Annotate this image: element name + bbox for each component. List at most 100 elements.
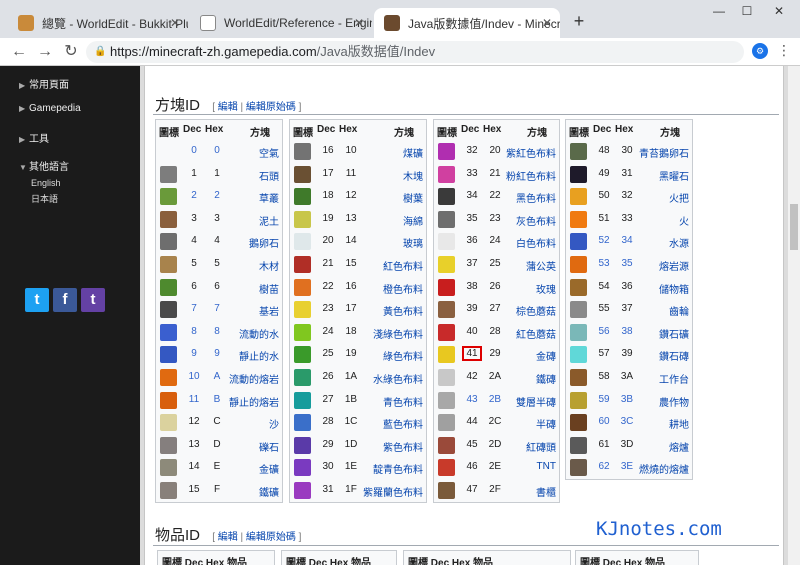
forward-button[interactable]: → bbox=[34, 41, 56, 63]
block-name-link[interactable]: 粉紅色布料 bbox=[506, 168, 556, 183]
block-name-link[interactable]: 黑曜石 bbox=[659, 168, 689, 183]
block-name-link[interactable]: 靜止的熔岩 bbox=[229, 394, 279, 409]
hex-value: 4 bbox=[214, 235, 220, 247]
block-name-link[interactable]: 紅色布料 bbox=[383, 258, 423, 273]
block-name-link[interactable]: 紫紅色布料 bbox=[506, 145, 556, 160]
edit-source-link[interactable]: 編輯原始碼 bbox=[246, 102, 296, 113]
new-tab-button[interactable]: + bbox=[569, 12, 589, 32]
block-name-link[interactable]: 木塊 bbox=[403, 168, 423, 183]
hex-value: 2D bbox=[488, 438, 502, 450]
block-name-link[interactable]: 藍色布料 bbox=[383, 416, 423, 431]
close-tab-icon[interactable]: ✕ bbox=[170, 16, 180, 30]
block-name-link[interactable]: 青色布料 bbox=[383, 394, 423, 409]
block-name-link[interactable]: 耕地 bbox=[669, 416, 689, 431]
edit-source-link[interactable]: 編輯原始碼 bbox=[246, 532, 296, 543]
block-name-link[interactable]: 白色布料 bbox=[516, 235, 556, 250]
block-name-link[interactable]: 灰色布料 bbox=[516, 213, 556, 228]
block-name-link[interactable]: 儲物箱 bbox=[659, 281, 689, 296]
block-name-link[interactable]: TNT bbox=[537, 461, 556, 472]
block-name-link[interactable]: 紅磚頭 bbox=[526, 439, 556, 454]
block-name-link[interactable]: 齒輪 bbox=[669, 303, 689, 318]
block-name-link[interactable]: 火 bbox=[679, 213, 689, 228]
browser-menu-icon[interactable]: ⋮ bbox=[777, 42, 791, 59]
block-name-link[interactable]: 紫色布料 bbox=[383, 439, 423, 454]
block-name-link[interactable]: 樹苗 bbox=[259, 281, 279, 296]
block-name-link[interactable]: 半磚 bbox=[536, 416, 556, 431]
tab-minecraft-indev[interactable]: Java版數據值/Indev - Minecraft ✕ bbox=[374, 8, 560, 38]
block-name-link[interactable]: 礫石 bbox=[259, 439, 279, 454]
block-name-link[interactable]: 基岩 bbox=[259, 303, 279, 318]
block-name-link[interactable]: 玻璃 bbox=[403, 235, 423, 250]
tab-worldedit-bukkit[interactable]: 總覽 - WorldEdit - Bukkit Plugin ✕ bbox=[8, 8, 188, 38]
block-name-link[interactable]: 書櫃 bbox=[536, 484, 556, 499]
block-name-link[interactable]: 靜止的水 bbox=[239, 348, 279, 363]
block-name-link[interactable]: 火把 bbox=[669, 190, 689, 205]
back-button[interactable]: ← bbox=[8, 41, 30, 63]
block-name-link[interactable]: 水綠色布料 bbox=[373, 371, 423, 386]
block-name-link[interactable]: 黃色布料 bbox=[383, 303, 423, 318]
block-name-link[interactable]: 黑色布料 bbox=[516, 190, 556, 205]
address-bar[interactable]: 🔒 https://minecraft-zh.gamepedia.com/Jav… bbox=[86, 41, 744, 63]
block-name-link[interactable]: 鐵礦 bbox=[259, 484, 279, 499]
block-name-link[interactable]: 草叢 bbox=[259, 190, 279, 205]
block-name-link[interactable]: 玫瑰 bbox=[536, 281, 556, 296]
block-name-link[interactable]: 鑽石礦 bbox=[659, 326, 689, 341]
block-name-link[interactable]: 金礦 bbox=[259, 461, 279, 476]
scrollbar-thumb[interactable] bbox=[790, 204, 798, 250]
block-name-link[interactable]: 金磚 bbox=[536, 348, 556, 363]
sidebar-item-gamepedia[interactable]: ▶ Gamepedia bbox=[19, 103, 81, 114]
item-table-header: 圖標 Dec Hex 物品 bbox=[281, 550, 397, 565]
block-name-link[interactable]: 鵝卵石 bbox=[249, 235, 279, 250]
block-name-link[interactable]: 紅色蘑菇 bbox=[516, 326, 556, 341]
sidebar-item-tools[interactable]: ▶ 工具 bbox=[19, 130, 49, 145]
block-name-link[interactable]: 紫羅蘭色布料 bbox=[363, 484, 423, 499]
block-name-link[interactable]: 棕色蘑菇 bbox=[516, 303, 556, 318]
block-name-link[interactable]: 橙色布料 bbox=[383, 281, 423, 296]
block-name-link[interactable]: 海綿 bbox=[403, 213, 423, 228]
block-name-link[interactable]: 流動的水 bbox=[239, 326, 279, 341]
reload-button[interactable]: ↻ bbox=[60, 41, 82, 63]
close-tab-icon[interactable]: ✕ bbox=[542, 16, 552, 30]
extension-icon[interactable]: ⚙ bbox=[752, 43, 768, 59]
block-icon bbox=[438, 436, 455, 454]
block-name-link[interactable]: 石頭 bbox=[259, 168, 279, 183]
block-name-link[interactable]: 雙層半磚 bbox=[516, 394, 556, 409]
block-name-link[interactable]: 流動的熔岩 bbox=[229, 371, 279, 386]
block-name-link[interactable]: 水源 bbox=[669, 235, 689, 250]
block-name-link[interactable]: 鐵磚 bbox=[536, 371, 556, 386]
close-window-button[interactable]: ✕ bbox=[766, 4, 792, 22]
table-row: 55 37 齒輪 bbox=[566, 298, 692, 321]
maximize-button[interactable]: ☐ bbox=[734, 4, 760, 22]
minimize-button[interactable]: — bbox=[706, 4, 732, 22]
page-scrollbar[interactable] bbox=[788, 66, 800, 565]
col-dec: Dec bbox=[430, 558, 450, 565]
block-name-link[interactable]: 樹葉 bbox=[403, 190, 423, 205]
block-name-link[interactable]: 熔岩源 bbox=[659, 258, 689, 273]
twitch-icon[interactable]: t bbox=[81, 288, 105, 312]
block-name-link[interactable]: 綠色布料 bbox=[383, 348, 423, 363]
sidebar-item-common-pages[interactable]: ▶ 常用頁面 bbox=[19, 76, 69, 91]
edit-link[interactable]: 編輯 bbox=[218, 102, 238, 113]
block-name-link[interactable]: 木材 bbox=[259, 258, 279, 273]
block-name-link[interactable]: 鑽石磚 bbox=[659, 348, 689, 363]
block-name-link[interactable]: 淺綠色布料 bbox=[373, 326, 423, 341]
block-name-link[interactable]: 青苔鵝卵石 bbox=[639, 145, 689, 160]
block-name-link[interactable]: 煤礦 bbox=[403, 145, 423, 160]
block-name-link[interactable]: 沙 bbox=[269, 416, 279, 431]
close-tab-icon[interactable]: ✕ bbox=[354, 16, 364, 30]
language-link-english[interactable]: English bbox=[31, 178, 61, 188]
language-link-japanese[interactable]: 日本語 bbox=[31, 192, 58, 205]
block-name-link[interactable]: 蒲公英 bbox=[526, 258, 556, 273]
block-name-link[interactable]: 農作物 bbox=[659, 394, 689, 409]
block-name-link[interactable]: 泥土 bbox=[259, 213, 279, 228]
block-name-link[interactable]: 靛青色布料 bbox=[373, 461, 423, 476]
facebook-icon[interactable]: f bbox=[53, 288, 77, 312]
edit-link[interactable]: 編輯 bbox=[218, 532, 238, 543]
block-name-link[interactable]: 燃燒的熔爐 bbox=[639, 461, 689, 476]
sidebar-item-languages[interactable]: ▼ 其他語言 bbox=[19, 158, 69, 173]
block-name-link[interactable]: 工作台 bbox=[659, 371, 689, 386]
block-name-link[interactable]: 空氣 bbox=[259, 145, 279, 160]
block-name-link[interactable]: 熔爐 bbox=[669, 439, 689, 454]
twitter-icon[interactable]: t bbox=[25, 288, 49, 312]
tab-worldedit-reference[interactable]: WorldEdit/Reference - EngineHu ✕ bbox=[190, 8, 372, 38]
